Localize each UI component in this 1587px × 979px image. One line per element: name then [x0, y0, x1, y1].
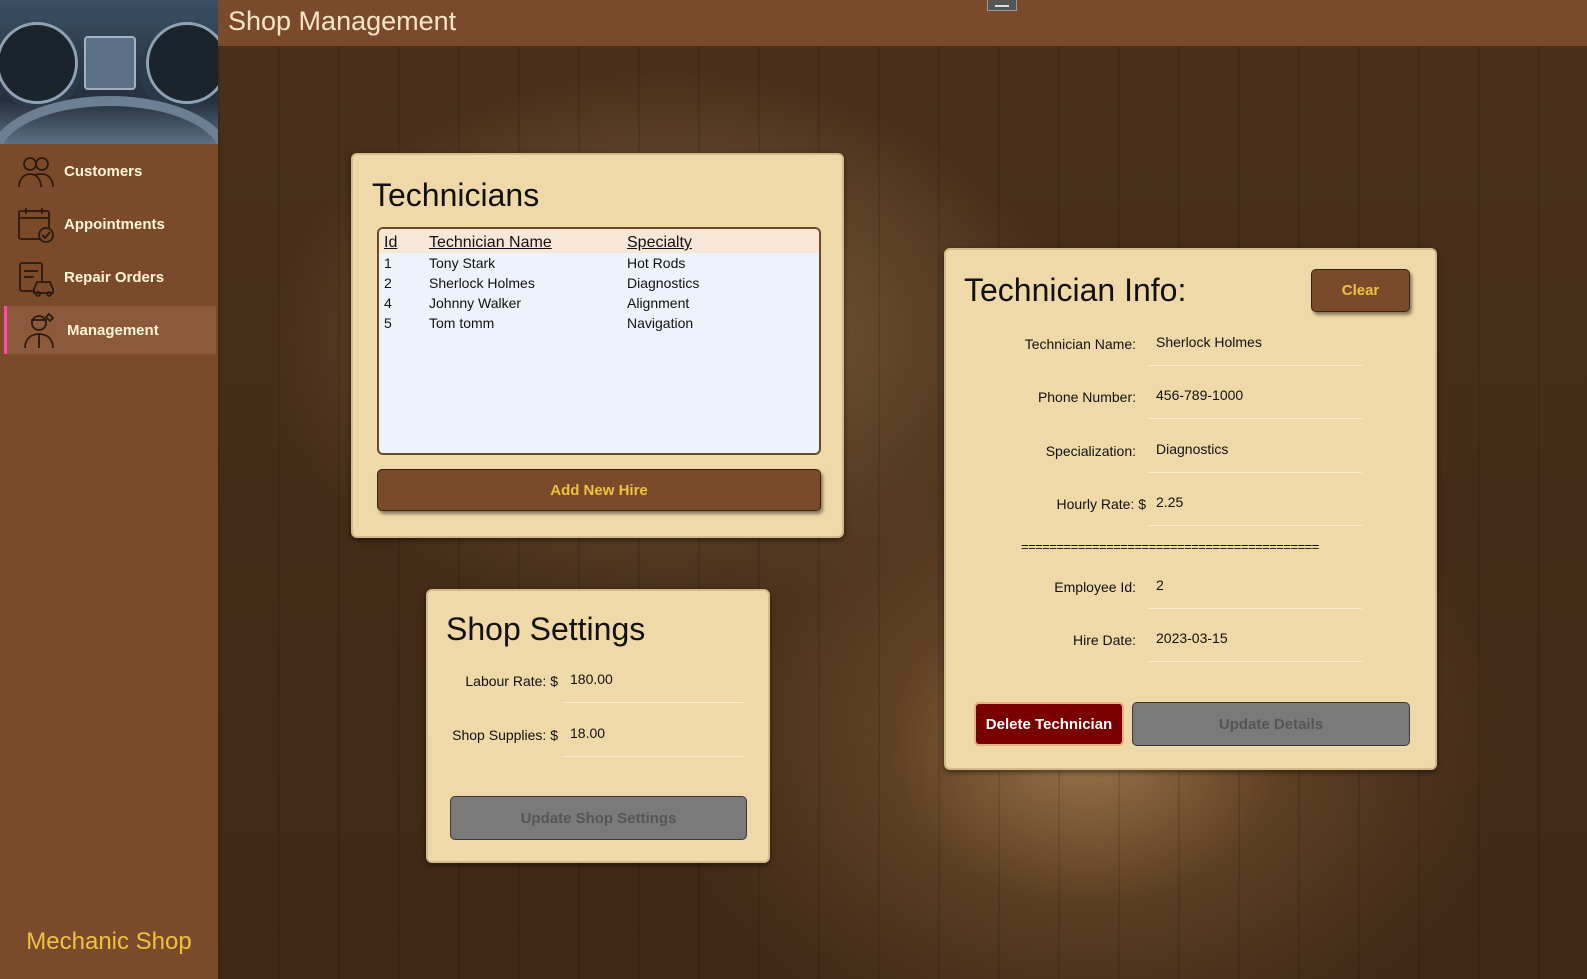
cell-specialty: Alignment: [627, 295, 690, 311]
table-row[interactable]: 4 Johnny Walker Alignment: [379, 293, 819, 313]
dashboard-image: [0, 0, 218, 144]
table-row[interactable]: 2 Sherlock Holmes Diagnostics: [379, 273, 819, 293]
technician-name-field[interactable]: Sherlock Holmes: [1148, 334, 1362, 366]
hire-date-field[interactable]: 2023-03-15: [1148, 630, 1362, 662]
title-bar: Shop Management: [218, 0, 1587, 46]
phone-number-field[interactable]: 456-789-1000: [1148, 387, 1362, 419]
update-shop-settings-button[interactable]: Update Shop Settings: [450, 796, 747, 840]
sidebar: Customers Appointments Repair Orders Man…: [0, 0, 218, 979]
shop-settings-panel: Shop Settings Labour Rate: $ 180.00 Shop…: [426, 589, 770, 863]
page-title: Shop Management: [228, 6, 457, 36]
cell-id: 4: [384, 295, 392, 311]
cell-name: Johnny Walker: [429, 295, 522, 311]
table-header: Id Technician Name Specialty: [379, 229, 819, 253]
hourly-rate-label: Hourly Rate: $: [1056, 496, 1146, 512]
technician-info-title: Technician Info:: [964, 272, 1187, 308]
labour-rate-field[interactable]: 180.00: [562, 671, 744, 703]
cell-name: Tom tomm: [429, 315, 495, 331]
phone-number-label: Phone Number:: [1037, 389, 1136, 405]
sidebar-item-label: Management: [67, 321, 159, 339]
table-row[interactable]: 1 Tony Stark Hot Rods: [379, 253, 819, 273]
hire-date-label: Hire Date:: [1072, 632, 1136, 648]
mechanic-icon: [24, 312, 55, 349]
column-header-specialty[interactable]: Specialty: [627, 234, 807, 253]
update-details-button[interactable]: Update Details: [1132, 702, 1410, 746]
sidebar-item-label: Repair Orders: [64, 268, 165, 286]
cell-id: 2: [384, 275, 392, 291]
specialization-label: Specialization:: [1045, 443, 1136, 459]
shop-settings-title: Shop Settings: [446, 611, 646, 647]
sidebar-item-label: Customers: [64, 162, 143, 180]
cell-name: Sherlock Holmes: [429, 275, 535, 291]
sidebar-item-label: Appointments: [64, 215, 165, 233]
cell-specialty: Hot Rods: [627, 255, 686, 271]
sidebar-item-management[interactable]: Management: [4, 306, 216, 354]
cell-id: 1: [384, 255, 392, 271]
labour-rate-label: Labour Rate: $: [465, 673, 558, 689]
sidebar-item-repair-orders[interactable]: Repair Orders: [4, 253, 216, 301]
technician-info-panel: Technician Info: Clear Technician Name: …: [944, 248, 1437, 770]
add-new-hire-button[interactable]: Add New Hire: [377, 469, 821, 511]
repair-order-icon: [19, 262, 54, 297]
employee-id-field: 2: [1148, 577, 1362, 609]
shop-supplies-field[interactable]: 18.00: [562, 725, 744, 757]
specialization-field[interactable]: Diagnostics: [1148, 441, 1362, 473]
technicians-table[interactable]: Id Technician Name Specialty 1 Tony Star…: [377, 227, 821, 455]
delete-technician-button[interactable]: Delete Technician: [974, 702, 1124, 746]
shop-supplies-label: Shop Supplies: $: [452, 727, 558, 743]
technician-name-label: Technician Name:: [1024, 336, 1136, 352]
sidebar-item-appointments[interactable]: Appointments: [4, 200, 216, 248]
hourly-rate-field[interactable]: 2.25: [1148, 494, 1362, 526]
window-grip-handle[interactable]: [987, 0, 1017, 11]
employee-id-label: Employee Id:: [1054, 579, 1136, 595]
separator-line: ========================================…: [1021, 539, 1319, 554]
calendar-icon: [18, 208, 54, 243]
column-header-id[interactable]: Id: [379, 234, 429, 253]
clear-button[interactable]: Clear: [1311, 269, 1410, 312]
cell-specialty: Navigation: [627, 315, 694, 331]
sidebar-item-customers[interactable]: Customers: [4, 147, 216, 195]
technicians-title: Technicians: [372, 177, 540, 213]
customers-icon: [18, 157, 54, 188]
cell-id: 5: [384, 315, 392, 331]
technicians-panel: Technicians Id Technician Name Specialty…: [351, 153, 844, 538]
cell-specialty: Diagnostics: [627, 275, 700, 291]
table-row[interactable]: 5 Tom tomm Navigation: [379, 313, 819, 333]
brand-name: Mechanic Shop: [26, 928, 192, 955]
column-header-name[interactable]: Technician Name: [429, 234, 627, 253]
cell-name: Tony Stark: [429, 255, 496, 271]
